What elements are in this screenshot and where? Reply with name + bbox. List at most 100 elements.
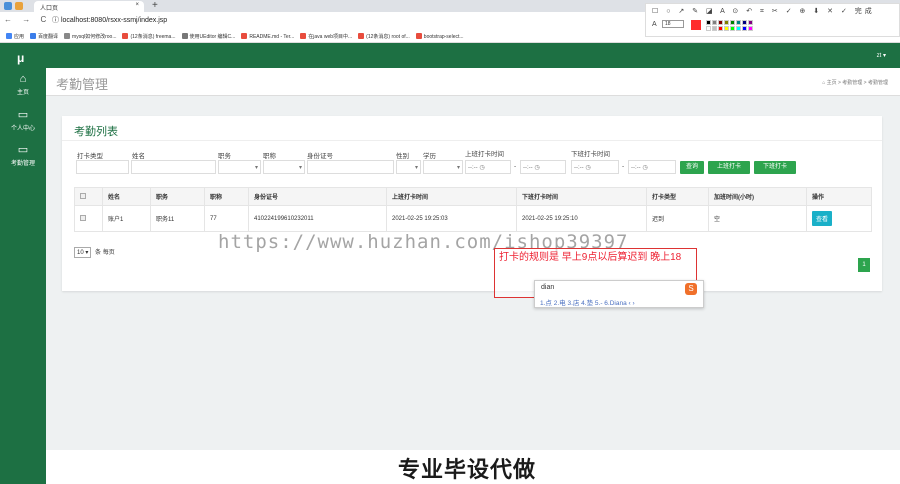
filter-label: 性别 xyxy=(396,153,409,160)
bookmark-item[interactable]: (12条消息) freema... xyxy=(122,33,176,40)
column-header[interactable]: 下班打卡时间 xyxy=(516,187,647,206)
color-swatch[interactable] xyxy=(748,26,753,31)
monitor-icon: ▭ xyxy=(17,144,29,156)
table-cell: 账户1 xyxy=(102,205,151,232)
new-tab-button[interactable]: + xyxy=(152,0,158,11)
bookmark-icon xyxy=(122,33,129,39)
sidebar-item-label: 考勤管理 xyxy=(10,161,35,167)
row-checkbox[interactable] xyxy=(74,205,103,232)
bookmark-icon xyxy=(30,33,37,39)
checkin-start-time[interactable]: --:-- ◷ xyxy=(465,160,511,174)
divider xyxy=(62,140,882,141)
url-field[interactable]: ⓘ localhost:8080/rsxx-ssmj/index.jsp xyxy=(52,15,167,25)
color-swatch[interactable] xyxy=(730,26,735,31)
title-select[interactable]: ▾ xyxy=(263,160,305,174)
browser-tab[interactable]: 人口页 × xyxy=(34,1,144,12)
dashboard-icon: ⌂ xyxy=(19,73,27,85)
name-input[interactable] xyxy=(131,160,216,174)
breadcrumb[interactable]: ⌂ 主页 > 考勤管理 > 考勤管理 xyxy=(822,79,888,86)
pagination-page[interactable]: 1 xyxy=(858,258,870,272)
sidebar-item-home[interactable]: ⌂ 主页 xyxy=(0,73,46,96)
color-swatch[interactable] xyxy=(742,26,747,31)
education-select[interactable]: ▾ xyxy=(423,160,463,174)
app-icon[interactable] xyxy=(4,2,12,10)
bookmark-item[interactable]: 应用 xyxy=(6,33,24,40)
tab-close-icon[interactable]: × xyxy=(135,2,139,8)
bookmark-item[interactable]: mysql如何修改roo... xyxy=(64,33,116,40)
id-number-input[interactable] xyxy=(307,160,394,174)
ime-candidates[interactable]: 1.点 2.电 3.店 4.垫 5.- 6.Diana ‹ › xyxy=(540,297,635,307)
bookmark-item[interactable]: README.md - Ter... xyxy=(241,33,294,40)
color-swatch[interactable] xyxy=(736,20,741,25)
sidebar-item-attendance[interactable]: ▭ 考勤管理 xyxy=(0,143,46,167)
color-swatch[interactable] xyxy=(724,26,729,31)
select-all-checkbox[interactable] xyxy=(74,187,103,206)
bookmark-item[interactable]: 百度翻译 xyxy=(30,33,58,40)
ime-input: dian xyxy=(541,284,555,291)
gender-select[interactable]: ▾ xyxy=(396,160,421,174)
view-button[interactable]: 查看 xyxy=(812,211,833,226)
action-cell: 查看 xyxy=(806,205,872,232)
table-cell: 77 xyxy=(204,205,249,232)
color-swatch[interactable] xyxy=(712,26,717,31)
annotation-tools[interactable]: ☐ ○ ↗ ✎ ◪ A ⊙ ↶ ⌗ ✂ ✓ ⊕ ⬇ ✕ ✓ 完成 xyxy=(652,6,875,16)
bookmark-item[interactable]: bootstrap-select... xyxy=(415,33,464,40)
bookmark-label: (12条消息) root of... xyxy=(366,34,410,40)
column-header[interactable]: 上班打卡时间 xyxy=(386,187,517,206)
checkout-start-time[interactable]: --:-- ◷ xyxy=(571,160,619,174)
logo: μ xyxy=(17,51,25,65)
url-text: localhost:8080/rsxx-ssmj/index.jsp xyxy=(60,17,168,24)
color-swatch[interactable] xyxy=(706,20,711,25)
tab-group-icons xyxy=(4,2,26,12)
color-swatch[interactable] xyxy=(718,26,723,31)
checkin-end-time[interactable]: --:-- ◷ xyxy=(520,160,566,174)
column-header[interactable]: 职务 xyxy=(150,187,205,206)
column-header[interactable]: 职称 xyxy=(204,187,249,206)
sidebar-item-profile[interactable]: ▭ 个人中心 xyxy=(0,108,46,132)
column-header[interactable]: 打卡类型 xyxy=(646,187,709,206)
color-swatch[interactable] xyxy=(736,26,741,31)
page-size-select[interactable]: 10 ▾ xyxy=(74,247,92,258)
color-swatch[interactable] xyxy=(730,20,735,25)
range-dash: - xyxy=(514,163,517,170)
color-swatch[interactable] xyxy=(718,20,723,25)
bookmark-label: README.md - Ter... xyxy=(249,34,295,40)
bookmark-item[interactable]: 使用UEditor 编辑C... xyxy=(181,33,236,40)
selected-color[interactable] xyxy=(691,20,701,30)
color-swatch[interactable] xyxy=(712,20,717,25)
filter-label: 职务 xyxy=(218,153,231,160)
bookmark-item[interactable]: (12条消息) root of... xyxy=(358,33,410,40)
user-menu[interactable]: zt ▾ xyxy=(877,52,886,59)
bookmark-label: bootstrap-select... xyxy=(423,34,464,40)
color-swatch[interactable] xyxy=(706,26,711,31)
bookmark-icon xyxy=(358,33,365,39)
search-button[interactable]: 查询 xyxy=(680,161,704,174)
info-icon[interactable]: ⓘ xyxy=(52,17,59,24)
filter-label: 学历 xyxy=(423,153,436,160)
bookmark-item[interactable]: 在java web项目中... xyxy=(300,33,352,40)
color-swatch[interactable] xyxy=(748,20,753,25)
checkout-end-time[interactable]: --:-- ◷ xyxy=(628,160,676,174)
column-header: 操作 xyxy=(806,187,872,206)
annotation-toolbar: ☐ ○ ↗ ✎ ◪ A ⊙ ↶ ⌗ ✂ ✓ ⊕ ⬇ ✕ ✓ 完成 A 18 xyxy=(645,3,900,37)
bookmark-label: 使用UEditor 编辑C... xyxy=(189,34,236,40)
nav-buttons[interactable]: ← → C xyxy=(4,15,50,24)
punch-type-select[interactable] xyxy=(76,160,129,174)
font-icon: A xyxy=(652,21,657,28)
bookmark-icon xyxy=(64,33,71,39)
column-header[interactable]: 身份证号 xyxy=(248,187,387,206)
color-swatch[interactable] xyxy=(724,20,729,25)
column-header[interactable]: 加班时间(小时) xyxy=(708,187,807,206)
bookmark-icon xyxy=(415,33,422,39)
color-swatch[interactable] xyxy=(742,20,747,25)
filter-label: 打卡类型 xyxy=(77,153,103,160)
checkout-button[interactable]: 下班打卡 xyxy=(754,161,796,174)
page-title: 考勤管理 xyxy=(56,77,109,92)
filter-label: 下班打卡时间 xyxy=(571,151,610,158)
font-size-select[interactable]: 18 xyxy=(662,20,684,28)
checkin-button[interactable]: 上班打卡 xyxy=(708,161,750,174)
position-select[interactable]: ▾ xyxy=(218,160,261,174)
bookmark-icon xyxy=(241,33,248,39)
column-header[interactable]: 姓名 xyxy=(102,187,151,206)
app-icon[interactable] xyxy=(15,2,23,10)
